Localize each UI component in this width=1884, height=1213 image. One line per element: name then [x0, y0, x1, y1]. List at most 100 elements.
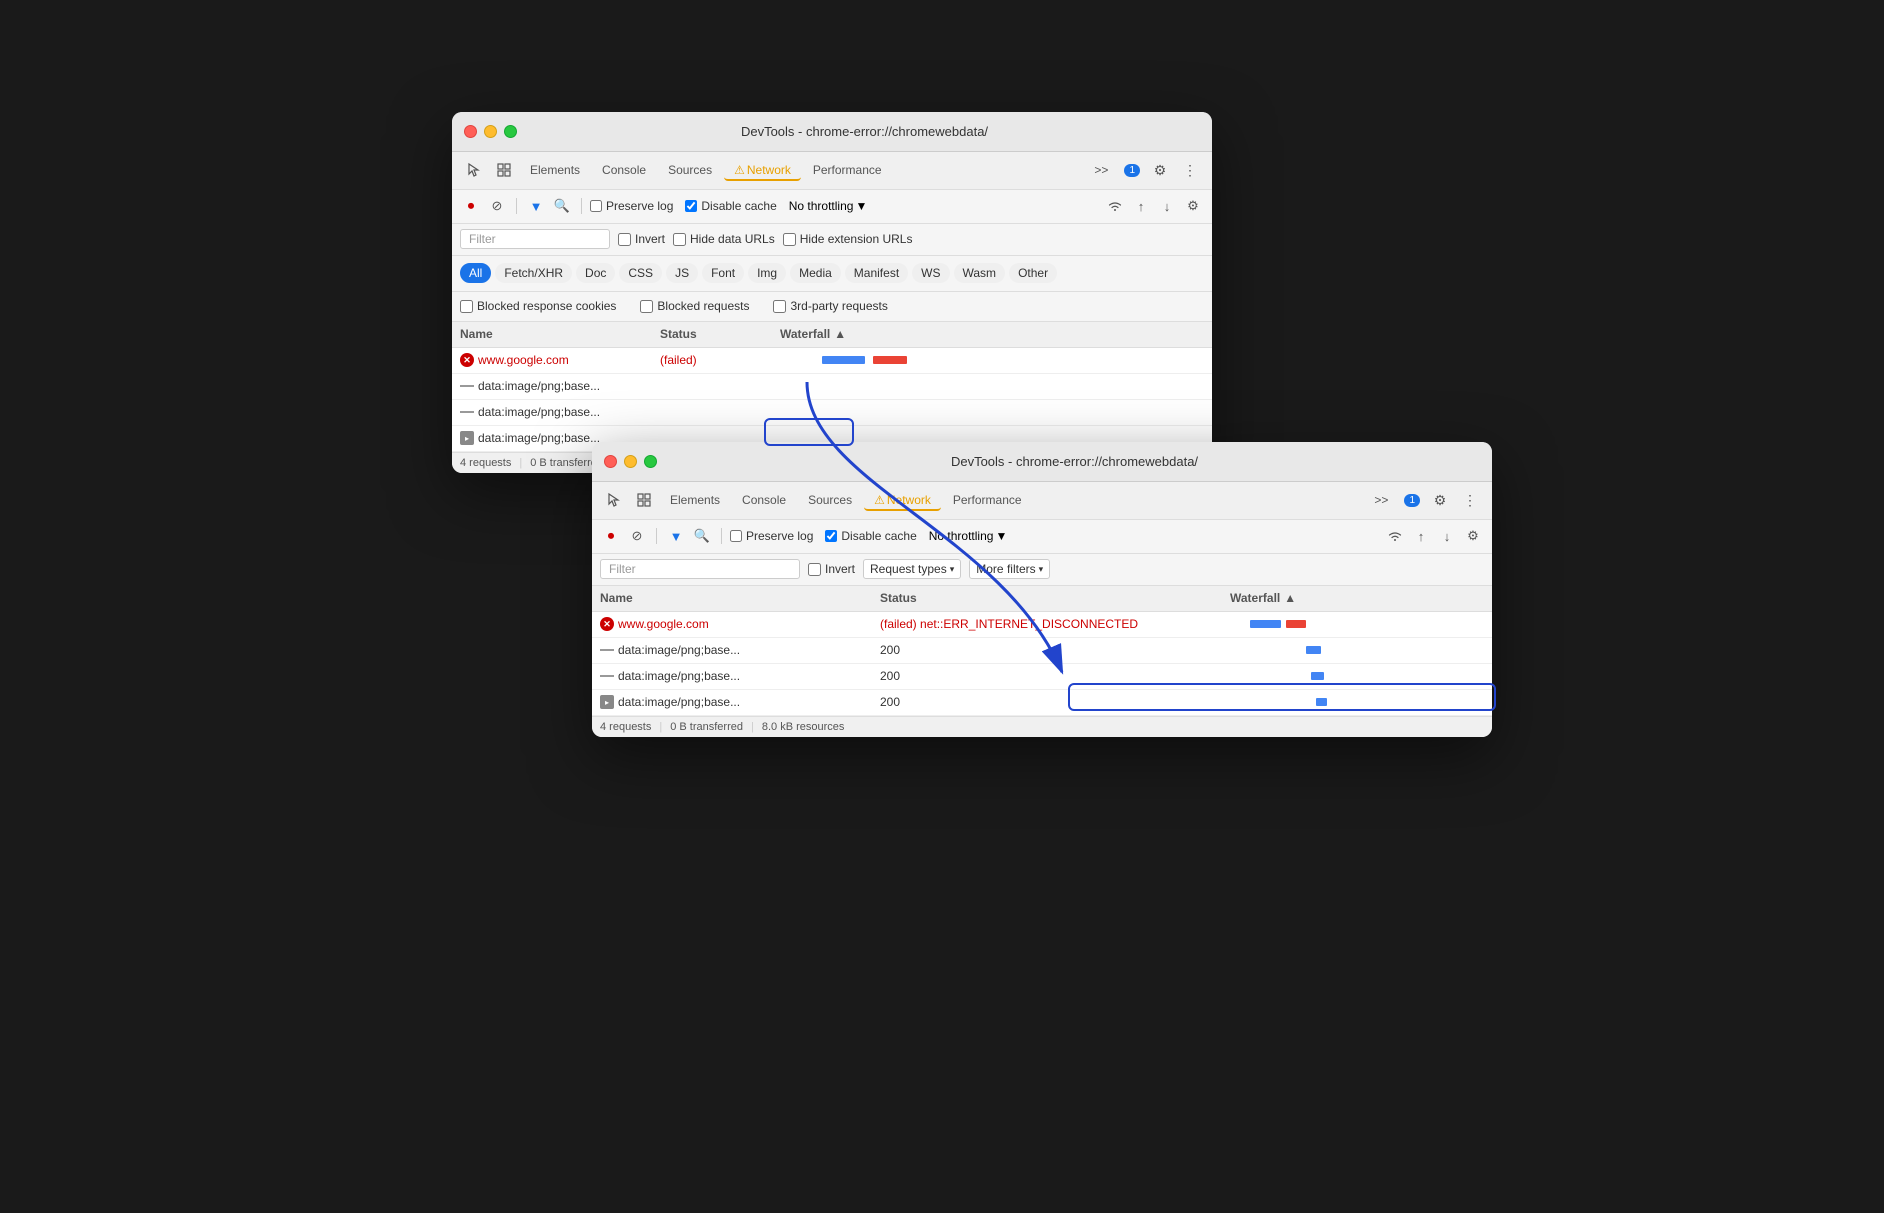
front-disable-cache-checkbox[interactable]	[825, 530, 837, 542]
front-filter-input[interactable]	[600, 559, 800, 579]
back-upload-icon[interactable]: ↑	[1130, 195, 1152, 217]
back-download-icon[interactable]: ↓	[1156, 195, 1178, 217]
front-wf-3	[1230, 695, 1484, 709]
front-status-requests: 4 requests	[600, 721, 651, 733]
back-tab-sources[interactable]: Sources	[658, 159, 722, 181]
front-row-3[interactable]: ▸ data:image/png;base... 200	[592, 690, 1492, 716]
front-settings-icon[interactable]: ⚙	[1426, 486, 1454, 514]
front-minimize-button[interactable]	[624, 455, 637, 468]
back-third-party-label[interactable]: 3rd-party requests	[773, 299, 887, 313]
back-type-ws[interactable]: WS	[912, 263, 949, 283]
back-message-badge: 1	[1124, 164, 1140, 177]
back-toolbar-divider-2	[581, 198, 582, 214]
front-download-icon[interactable]: ↓	[1436, 525, 1458, 547]
back-tab-network[interactable]: ⚠Network	[724, 159, 801, 181]
front-row-0-status: (failed) net::ERR_INTERNET_DISCONNECTED	[880, 617, 1230, 631]
front-menu-icon[interactable]: ⋮	[1456, 486, 1484, 514]
back-tab-elements[interactable]: Elements	[520, 159, 590, 181]
back-type-manifest[interactable]: Manifest	[845, 263, 908, 283]
back-wifi-icon[interactable]	[1104, 195, 1126, 217]
front-wifi-icon[interactable]	[1384, 525, 1406, 547]
front-disable-cache-label[interactable]: Disable cache	[825, 529, 916, 543]
front-toolbar-settings-icon[interactable]: ⚙	[1462, 525, 1484, 547]
back-row-2[interactable]: data:image/png;base...	[452, 400, 1212, 426]
back-blocked-requests-checkbox[interactable]	[640, 300, 653, 313]
back-disable-cache-label[interactable]: Disable cache	[685, 199, 776, 213]
back-tab-console[interactable]: Console	[592, 159, 656, 181]
front-preserve-log-checkbox[interactable]	[730, 530, 742, 542]
back-maximize-button[interactable]	[504, 125, 517, 138]
front-throttle-selector[interactable]: No throttling ▼	[929, 529, 1008, 543]
back-stop-recording-btn[interactable]: ⏺	[460, 195, 482, 217]
back-invert-label[interactable]: Invert	[618, 232, 665, 246]
front-error-icon-0: ✕	[600, 617, 614, 631]
front-invert-label[interactable]: Invert	[808, 562, 855, 576]
front-clear-btn[interactable]: ⊘	[626, 525, 648, 547]
front-more-tabs[interactable]: >>	[1364, 489, 1398, 511]
back-hide-data-label[interactable]: Hide data URLs	[673, 232, 775, 246]
back-type-fetch-xhr[interactable]: Fetch/XHR	[495, 263, 572, 283]
back-hide-ext-label[interactable]: Hide extension URLs	[783, 232, 913, 246]
back-row-0[interactable]: ✕ www.google.com (failed)	[452, 348, 1212, 374]
back-type-js[interactable]: JS	[666, 263, 698, 283]
front-more-filters-dropdown[interactable]: More filters ▾	[969, 559, 1050, 579]
back-tab-performance[interactable]: Performance	[803, 159, 892, 181]
back-more-tabs[interactable]: >>	[1084, 159, 1118, 181]
back-type-doc[interactable]: Doc	[576, 263, 615, 283]
back-type-img[interactable]: Img	[748, 263, 786, 283]
back-type-font[interactable]: Font	[702, 263, 744, 283]
front-filter-icon[interactable]: ▼	[665, 525, 687, 547]
front-row-2-waterfall	[1230, 669, 1484, 683]
back-disable-cache-checkbox[interactable]	[685, 200, 697, 212]
front-request-types-dropdown[interactable]: Request types ▾	[863, 559, 961, 579]
back-toolbar-settings-icon[interactable]: ⚙	[1182, 195, 1204, 217]
back-hide-ext-checkbox[interactable]	[783, 233, 796, 246]
front-row-1[interactable]: data:image/png;base... 200	[592, 638, 1492, 664]
back-blocked-response-checkbox[interactable]	[460, 300, 473, 313]
front-tab-console[interactable]: Console	[732, 489, 796, 511]
back-cursor-icon[interactable]	[460, 156, 488, 184]
back-menu-icon[interactable]: ⋮	[1176, 156, 1204, 184]
back-hide-data-checkbox[interactable]	[673, 233, 686, 246]
front-tab-network[interactable]: ⚠Network	[864, 489, 941, 511]
back-close-button[interactable]	[464, 125, 477, 138]
back-settings-icon[interactable]: ⚙	[1146, 156, 1174, 184]
back-preserve-log-checkbox[interactable]	[590, 200, 602, 212]
back-row-0-status-text: (failed)	[660, 353, 697, 367]
front-row-0[interactable]: ✕ www.google.com (failed) net::ERR_INTER…	[592, 612, 1492, 638]
front-search-icon[interactable]: 🔍	[691, 525, 713, 547]
front-cursor-icon[interactable]	[600, 486, 628, 514]
back-type-all[interactable]: All	[460, 263, 491, 283]
back-third-party-checkbox[interactable]	[773, 300, 786, 313]
back-type-media[interactable]: Media	[790, 263, 841, 283]
front-tab-performance[interactable]: Performance	[943, 489, 1032, 511]
back-minimize-button[interactable]	[484, 125, 497, 138]
back-invert-checkbox[interactable]	[618, 233, 631, 246]
front-row-2[interactable]: data:image/png;base... 200	[592, 664, 1492, 690]
back-type-wasm[interactable]: Wasm	[954, 263, 1006, 283]
back-filter-icon[interactable]: ▼	[525, 195, 547, 217]
front-layers-icon[interactable]	[630, 486, 658, 514]
back-preserve-log-label[interactable]: Preserve log	[590, 199, 673, 213]
front-tab-elements[interactable]: Elements	[660, 489, 730, 511]
back-type-css[interactable]: CSS	[619, 263, 662, 283]
back-blocked-requests-label[interactable]: Blocked requests	[640, 299, 749, 313]
front-upload-icon[interactable]: ↑	[1410, 525, 1432, 547]
back-filter-input[interactable]	[460, 229, 610, 249]
back-row-1[interactable]: data:image/png;base...	[452, 374, 1212, 400]
front-close-button[interactable]	[604, 455, 617, 468]
back-type-other[interactable]: Other	[1009, 263, 1057, 283]
back-toolbar: ⏺ ⊘ ▼ 🔍 Preserve log Disable cache No th…	[452, 190, 1212, 224]
back-clear-btn[interactable]: ⊘	[486, 195, 508, 217]
front-maximize-button[interactable]	[644, 455, 657, 468]
back-layers-icon[interactable]	[490, 156, 518, 184]
front-wf-bar-red-0	[1286, 620, 1306, 628]
front-preserve-log-label[interactable]: Preserve log	[730, 529, 813, 543]
front-invert-checkbox[interactable]	[808, 563, 821, 576]
front-stop-recording-btn[interactable]: ⏺	[600, 525, 622, 547]
back-throttle-selector[interactable]: No throttling ▼	[789, 199, 868, 213]
back-blocked-response-label[interactable]: Blocked response cookies	[460, 299, 616, 313]
front-dash-icon-1	[600, 649, 614, 651]
front-tab-sources[interactable]: Sources	[798, 489, 862, 511]
back-search-icon[interactable]: 🔍	[551, 195, 573, 217]
